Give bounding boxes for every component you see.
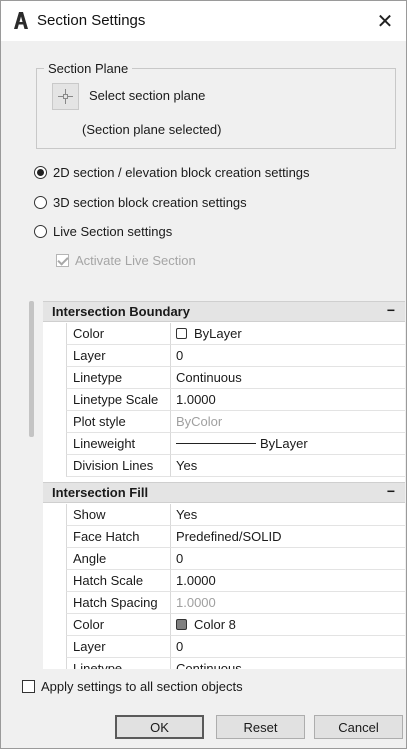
prop-value[interactable]: 1.0000 bbox=[170, 389, 405, 411]
prop-row-boundary-color[interactable]: Color ByLayer bbox=[43, 323, 405, 345]
prop-name: Linetype Scale bbox=[66, 389, 170, 411]
prop-name: Color bbox=[66, 614, 170, 636]
prop-row-fill-show[interactable]: Show Yes bbox=[43, 504, 405, 526]
prop-row-fill-layer[interactable]: Layer 0 bbox=[43, 636, 405, 658]
intersection-boundary-header[interactable]: Intersection Boundary − bbox=[43, 301, 405, 322]
select-section-plane-button[interactable] bbox=[52, 83, 79, 110]
prop-name: Face Hatch bbox=[66, 526, 170, 548]
prop-name: Lineweight bbox=[66, 433, 170, 455]
prop-row-boundary-plot-style[interactable]: Plot style ByColor bbox=[43, 411, 405, 433]
prop-row-boundary-linetype-scale[interactable]: Linetype Scale 1.0000 bbox=[43, 389, 405, 411]
prop-row-fill-hatch-scale[interactable]: Hatch Scale 1.0000 bbox=[43, 570, 405, 592]
prop-name: Hatch Spacing bbox=[66, 592, 170, 614]
prop-name: Show bbox=[66, 504, 170, 526]
crosshair-pick-icon bbox=[58, 89, 73, 104]
prop-value-text: ByLayer bbox=[194, 326, 242, 341]
prop-value[interactable]: ByLayer bbox=[170, 323, 405, 345]
collapse-icon[interactable]: − bbox=[387, 483, 395, 499]
prop-row-fill-hatch-spacing[interactable]: Hatch Spacing 1.0000 bbox=[43, 592, 405, 614]
radio-live-indicator[interactable] bbox=[34, 225, 47, 238]
title-bar: Section Settings ✕ bbox=[1, 1, 406, 41]
prop-row-boundary-division-lines[interactable]: Division Lines Yes bbox=[43, 455, 405, 477]
intersection-fill-header[interactable]: Intersection Fill − bbox=[43, 482, 405, 503]
prop-value[interactable]: Color 8 bbox=[170, 614, 405, 636]
section-settings-dialog: Section Settings ✕ Section Plane Select … bbox=[0, 0, 407, 749]
color-swatch-icon bbox=[176, 328, 187, 339]
reset-button[interactable]: Reset bbox=[216, 715, 305, 739]
radio-3d-indicator[interactable] bbox=[34, 196, 47, 209]
prop-value: ByColor bbox=[170, 411, 405, 433]
radio-2d-label: 2D section / elevation block creation se… bbox=[53, 165, 310, 180]
close-button[interactable]: ✕ bbox=[370, 6, 400, 36]
prop-row-boundary-lineweight[interactable]: Lineweight ByLayer bbox=[43, 433, 405, 455]
prop-value[interactable]: Predefined/SOLID bbox=[170, 526, 405, 548]
prop-name: Division Lines bbox=[66, 455, 170, 477]
activate-live-check-indicator[interactable] bbox=[56, 254, 69, 267]
prop-value-text: ByLayer bbox=[260, 436, 308, 451]
prop-value[interactable]: 0 bbox=[170, 636, 405, 658]
properties-scrollbar-thumb[interactable] bbox=[29, 301, 34, 437]
prop-name: Hatch Scale bbox=[66, 570, 170, 592]
prop-value[interactable]: 0 bbox=[170, 548, 405, 570]
dialog-title: Section Settings bbox=[37, 12, 146, 29]
prop-name: Angle bbox=[66, 548, 170, 570]
section-plane-legend: Section Plane bbox=[44, 61, 133, 76]
prop-name: Layer bbox=[66, 345, 170, 367]
radio-live-section[interactable]: Live Section settings bbox=[34, 224, 172, 239]
prop-row-boundary-layer[interactable]: Layer 0 bbox=[43, 345, 405, 367]
prop-row-fill-color[interactable]: Color Color 8 bbox=[43, 614, 405, 636]
activate-live-label: Activate Live Section bbox=[75, 253, 196, 268]
properties-panel: Intersection Boundary − Color ByLayer La… bbox=[43, 301, 405, 669]
prop-value-text: Color 8 bbox=[194, 617, 236, 632]
prop-name: Layer bbox=[66, 636, 170, 658]
prop-value[interactable]: Yes bbox=[170, 455, 405, 477]
radio-2d-section[interactable]: 2D section / elevation block creation se… bbox=[34, 165, 310, 180]
prop-name: Linetype bbox=[66, 658, 170, 669]
collapse-icon[interactable]: − bbox=[387, 302, 395, 318]
autocad-a-icon bbox=[14, 12, 28, 29]
prop-row-boundary-linetype[interactable]: Linetype Continuous bbox=[43, 367, 405, 389]
radio-live-label: Live Section settings bbox=[53, 224, 173, 239]
apply-all-label: Apply settings to all section objects bbox=[41, 679, 243, 694]
prop-name: Color bbox=[66, 323, 170, 345]
prop-row-fill-linetype[interactable]: Linetype Continuous bbox=[43, 658, 405, 669]
radio-2d-indicator[interactable] bbox=[34, 166, 47, 179]
intersection-fill-title: Intersection Fill bbox=[52, 485, 149, 500]
apply-all-check-indicator[interactable] bbox=[22, 680, 35, 693]
apply-all-checkbox[interactable]: Apply settings to all section objects bbox=[22, 679, 243, 694]
activate-live-section-checkbox[interactable]: Activate Live Section bbox=[56, 253, 196, 268]
prop-value: 1.0000 bbox=[170, 592, 405, 614]
select-section-plane-label: Select section plane bbox=[89, 88, 206, 103]
prop-value[interactable]: 1.0000 bbox=[170, 570, 405, 592]
radio-3d-label: 3D section block creation settings bbox=[53, 195, 247, 210]
prop-name: Linetype bbox=[66, 367, 170, 389]
section-plane-status: (Section plane selected) bbox=[82, 122, 222, 137]
prop-value[interactable]: ByLayer bbox=[170, 433, 405, 455]
ok-button[interactable]: OK bbox=[115, 715, 204, 739]
prop-name: Plot style bbox=[66, 411, 170, 433]
prop-value[interactable]: Continuous bbox=[170, 367, 405, 389]
prop-value[interactable]: 0 bbox=[170, 345, 405, 367]
prop-value[interactable]: Yes bbox=[170, 504, 405, 526]
lineweight-sample bbox=[176, 443, 256, 444]
radio-3d-section[interactable]: 3D section block creation settings bbox=[34, 195, 247, 210]
intersection-boundary-title: Intersection Boundary bbox=[52, 304, 190, 319]
color-swatch-icon bbox=[176, 619, 187, 630]
prop-row-fill-angle[interactable]: Angle 0 bbox=[43, 548, 405, 570]
cancel-button[interactable]: Cancel bbox=[314, 715, 403, 739]
prop-row-fill-face-hatch[interactable]: Face Hatch Predefined/SOLID bbox=[43, 526, 405, 548]
prop-value[interactable]: Continuous bbox=[170, 658, 405, 669]
close-icon: ✕ bbox=[376, 10, 394, 33]
